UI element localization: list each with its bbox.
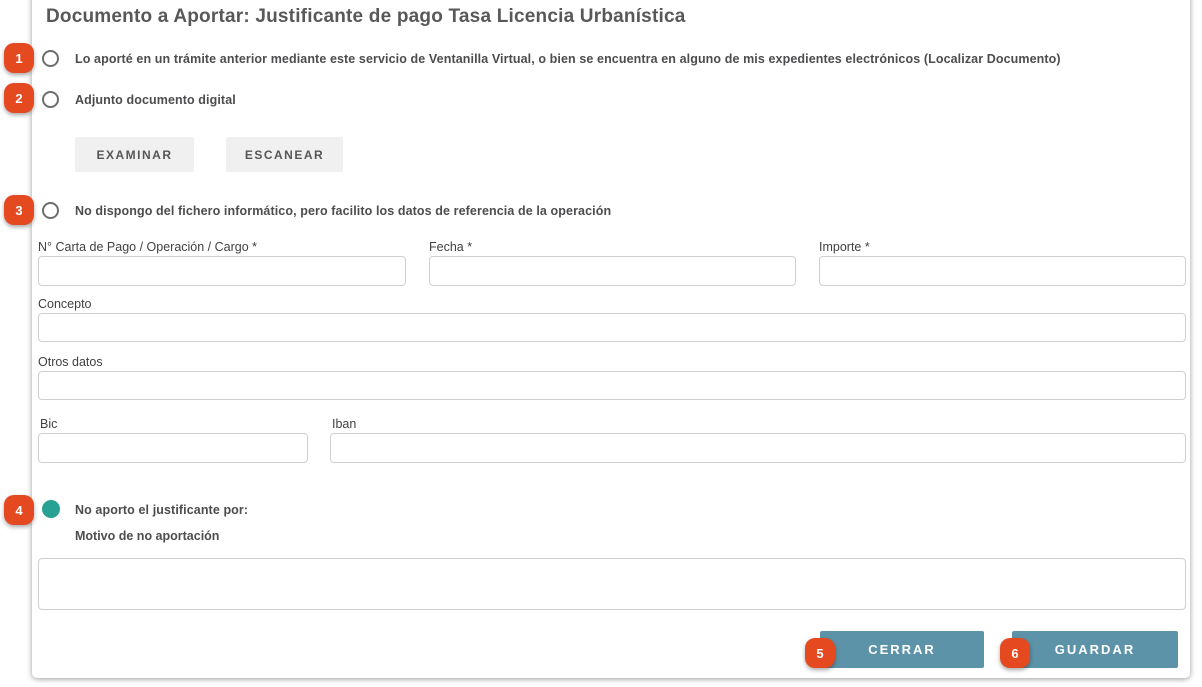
step-badge-2: 2 [4, 83, 34, 113]
importe-label: Importe * [819, 240, 870, 254]
motivo-no-aportacion-textarea[interactable] [38, 558, 1186, 610]
radio-aportado-tramite-anterior[interactable] [42, 50, 59, 67]
radio-label-aportado-tramite-anterior: Lo aporté en un trámite anterior mediant… [75, 52, 1061, 66]
importe-input[interactable] [819, 256, 1186, 286]
carta-pago-label: N° Carta de Pago / Operación / Cargo * [38, 240, 257, 254]
cerrar-button[interactable]: CERRAR [820, 631, 984, 668]
step-badge-3: 3 [4, 195, 34, 225]
iban-input[interactable] [330, 433, 1186, 463]
examinar-button[interactable]: EXAMINAR [75, 137, 194, 172]
radio-adjunto-documento-digital[interactable] [42, 91, 59, 108]
step-badge-5: 5 [805, 638, 835, 668]
fecha-label: Fecha * [429, 240, 472, 254]
step-badge-4: 4 [4, 495, 34, 525]
carta-pago-input[interactable] [38, 256, 406, 286]
fecha-input[interactable] [429, 256, 796, 286]
bic-input[interactable] [38, 433, 308, 463]
otros-datos-input[interactable] [38, 371, 1186, 400]
radio-no-aporto-justificante[interactable] [42, 500, 60, 518]
guardar-button[interactable]: GUARDAR [1012, 631, 1178, 668]
radio-label-no-dispongo-fichero: No dispongo del fichero informático, per… [75, 204, 611, 218]
radio-label-adjunto-documento-digital: Adjunto documento digital [75, 93, 236, 107]
document-form-card: Documento a Aportar: Justificante de pag… [32, 0, 1190, 678]
concepto-input[interactable] [38, 313, 1186, 342]
page-title: Documento a Aportar: Justificante de pag… [46, 6, 686, 28]
step-badge-6: 6 [1000, 638, 1030, 668]
escanear-button[interactable]: ESCANEAR [226, 137, 343, 172]
otros-datos-label: Otros datos [38, 355, 103, 369]
iban-label: Iban [332, 417, 356, 431]
radio-label-no-aporto-justificante: No aporto el justificante por: [75, 503, 248, 517]
step-badge-1: 1 [4, 43, 34, 73]
concepto-label: Concepto [38, 297, 92, 311]
radio-no-dispongo-fichero[interactable] [42, 202, 59, 219]
bic-label: Bic [40, 417, 57, 431]
motivo-no-aportacion-label: Motivo de no aportación [75, 529, 219, 543]
